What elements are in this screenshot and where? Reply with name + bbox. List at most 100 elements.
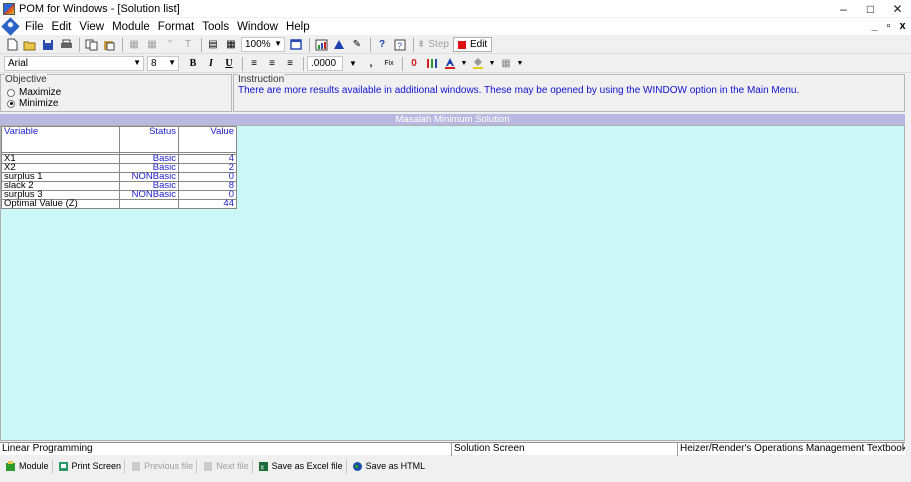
fill-color-icon[interactable] xyxy=(470,56,486,71)
step-button[interactable]: ⇟ Step xyxy=(417,39,449,50)
status-cell[interactable]: NONBasic xyxy=(119,190,179,200)
maximize-button[interactable]: □ xyxy=(857,0,884,17)
save-excel-button[interactable]: x Save as Excel file xyxy=(255,458,347,474)
toolbar-separator xyxy=(303,56,304,71)
menu-edit[interactable]: Edit xyxy=(48,21,76,33)
document-icon[interactable] xyxy=(1,17,20,36)
objective-label: Objective xyxy=(5,74,47,85)
variable-cell[interactable]: Optimal Value (Z) xyxy=(1,199,120,209)
mdi-minimize-button[interactable]: _ xyxy=(868,19,881,32)
number-format-value: .0000 xyxy=(311,58,337,69)
help-icon[interactable]: ? xyxy=(392,37,408,52)
instruction-text: There are more results available in addi… xyxy=(238,85,800,96)
color-bars-icon[interactable] xyxy=(424,56,440,71)
italic-icon[interactable]: I xyxy=(203,56,219,71)
minimize-button[interactable]: – xyxy=(830,0,857,17)
text-format-icon[interactable]: T xyxy=(180,37,196,52)
zoom-select[interactable]: 100% ▼ xyxy=(241,37,285,52)
triangle-icon[interactable] xyxy=(331,37,347,52)
edit-label: Edit xyxy=(469,39,488,50)
edit-button[interactable]: Edit xyxy=(452,37,493,52)
delete-row-icon[interactable]: ▦ xyxy=(144,37,160,52)
column-header-status[interactable]: Status xyxy=(119,126,179,153)
value-cell[interactable]: 44 xyxy=(178,199,237,209)
underline-icon[interactable]: U xyxy=(221,56,237,71)
borders-icon[interactable]: ▦ xyxy=(498,56,514,71)
font-select[interactable]: Arial ▼ xyxy=(4,56,144,71)
open-folder-icon[interactable] xyxy=(22,37,38,52)
menu-file[interactable]: File xyxy=(21,21,48,33)
bold-icon[interactable]: B xyxy=(185,56,201,71)
status-cell[interactable] xyxy=(119,199,179,209)
svg-text:?: ? xyxy=(398,41,403,50)
next-file-label: Next file xyxy=(216,461,249,471)
chevron-down-icon[interactable]: ▼ xyxy=(516,56,524,71)
menu-module[interactable]: Module xyxy=(108,21,154,33)
new-file-icon[interactable] xyxy=(4,37,20,52)
next-file-button[interactable]: Next file xyxy=(199,458,253,474)
annotate-icon[interactable]: ✎ xyxy=(349,37,365,52)
stop-icon xyxy=(457,40,466,49)
next-file-icon xyxy=(202,461,213,472)
value-cell[interactable]: 8 xyxy=(178,181,237,191)
menu-help[interactable]: Help xyxy=(282,21,314,33)
menu-view[interactable]: View xyxy=(75,21,108,33)
minimize-option[interactable]: Minimize xyxy=(7,98,58,109)
module-button[interactable]: Module xyxy=(2,458,53,474)
value-cell[interactable]: 2 xyxy=(178,163,237,173)
close-button[interactable]: ✕ xyxy=(884,0,911,17)
status-bar: Linear Programming Solution Screen Heize… xyxy=(0,442,905,456)
mdi-close-button[interactable]: x xyxy=(896,19,909,32)
format-toolbar: Arial ▼ 8 ▼ B I U ≡ ≡ ≡ .0000 ▼ , Fix 0 … xyxy=(0,55,911,73)
zero-icon[interactable]: 0 xyxy=(406,56,422,71)
fix-dec-icon[interactable]: Fix xyxy=(381,56,397,71)
menu-tools[interactable]: Tools xyxy=(198,21,233,33)
step-label: Step xyxy=(428,39,449,50)
mdi-controls: _ ▫ x xyxy=(868,19,909,32)
variable-cell[interactable]: X1 xyxy=(1,154,120,164)
solution-title: Masalah Minimum Solution xyxy=(0,114,905,125)
minimize-radio[interactable] xyxy=(7,99,15,108)
print-screen-icon xyxy=(58,461,69,472)
font-value: Arial xyxy=(8,58,29,69)
paste-icon[interactable] xyxy=(101,37,117,52)
copy-icon[interactable] xyxy=(83,37,99,52)
objective-panel: Objective Maximize Minimize xyxy=(0,74,232,112)
chart-icon[interactable] xyxy=(313,37,329,52)
grid-icon[interactable]: ▦ xyxy=(223,37,239,52)
toolbar-separator xyxy=(370,37,371,52)
align-left-icon[interactable]: ≡ xyxy=(246,56,262,71)
maximize-radio[interactable] xyxy=(7,88,15,97)
column-header-variable[interactable]: Variable xyxy=(1,126,120,153)
value-cell[interactable]: 0 xyxy=(178,172,237,182)
previous-file-button[interactable]: Previous file xyxy=(127,458,198,474)
save-html-button[interactable]: Save as HTML xyxy=(349,459,429,474)
chevron-down-icon: ▼ xyxy=(133,58,141,67)
insert-row-icon[interactable]: ▦ xyxy=(126,37,142,52)
value-cell[interactable]: 4 xyxy=(178,154,237,164)
table-row: X1 Basic 4 xyxy=(1,154,237,164)
toolbar-separator xyxy=(413,37,414,52)
chevron-down-icon[interactable]: ▼ xyxy=(488,56,496,71)
save-icon[interactable] xyxy=(40,37,56,52)
chevron-down-icon[interactable]: ▼ xyxy=(345,56,361,71)
mdi-restore-button[interactable]: ▫ xyxy=(882,19,895,32)
window-icon[interactable] xyxy=(288,37,304,52)
app-icon xyxy=(3,2,15,15)
table-icon[interactable]: ▤ xyxy=(205,37,221,52)
column-header-value[interactable]: Value xyxy=(178,126,237,153)
font-color-icon[interactable] xyxy=(442,56,458,71)
font-size-select[interactable]: 8 ▼ xyxy=(147,56,179,71)
align-right-icon[interactable]: ≡ xyxy=(282,56,298,71)
print-icon[interactable] xyxy=(58,37,74,52)
help-pointer-icon[interactable]: ? xyxy=(374,37,390,52)
quote-icon[interactable]: " xyxy=(162,37,178,52)
maximize-option[interactable]: Maximize xyxy=(7,87,61,98)
comma-icon[interactable]: , xyxy=(363,56,379,71)
print-screen-button[interactable]: Print Screen xyxy=(55,458,126,474)
table-row: Optimal Value (Z) 44 xyxy=(1,199,237,209)
chevron-down-icon[interactable]: ▼ xyxy=(460,56,468,71)
menu-format[interactable]: Format xyxy=(154,21,198,33)
align-center-icon[interactable]: ≡ xyxy=(264,56,280,71)
menu-window[interactable]: Window xyxy=(233,21,282,33)
